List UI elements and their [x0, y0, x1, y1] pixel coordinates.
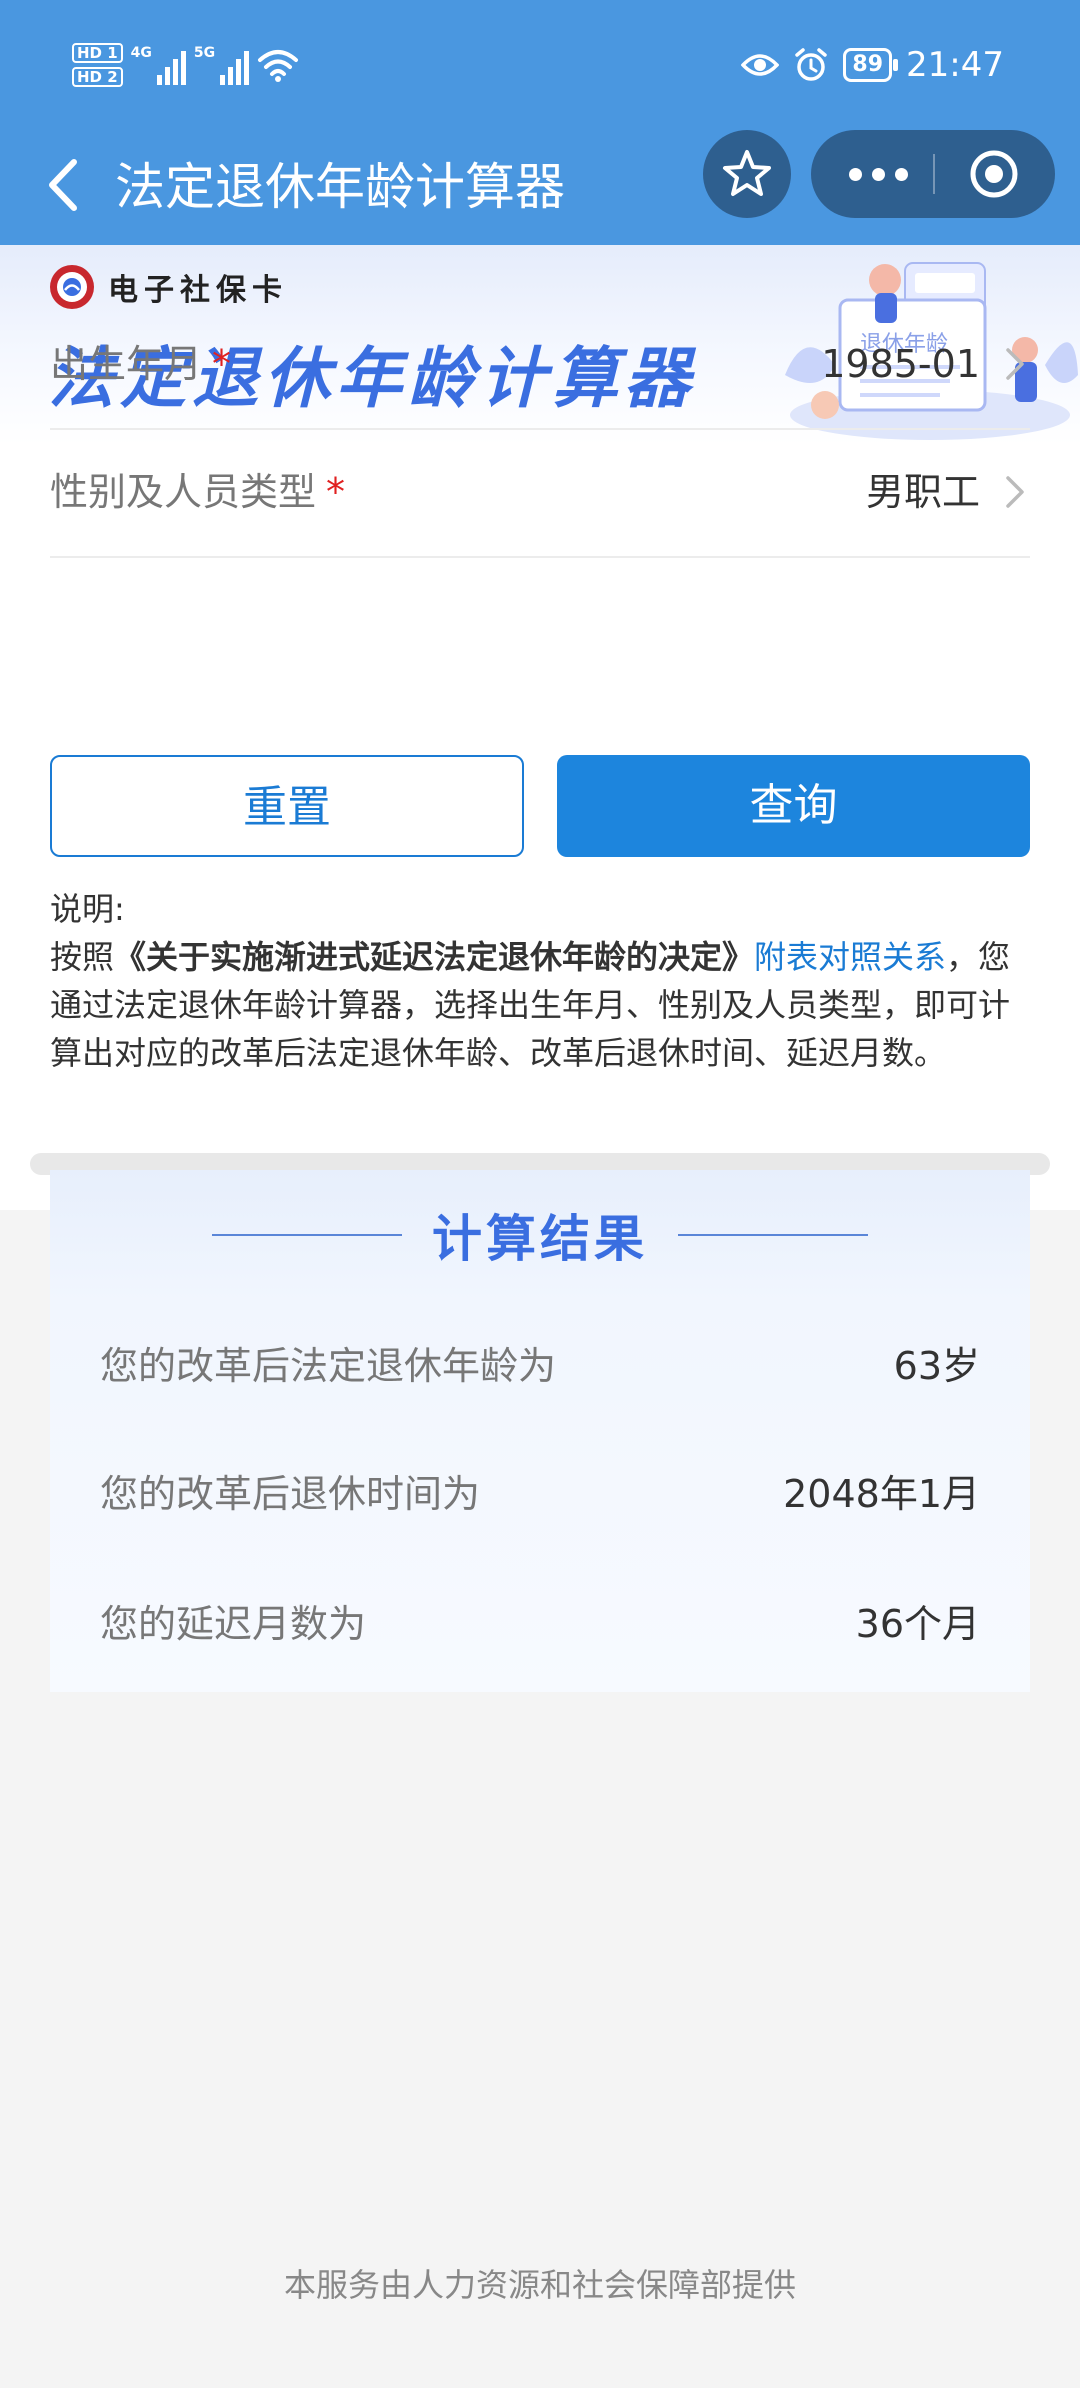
nav-bar: 法定退休年龄计算器	[0, 130, 1080, 245]
status-right: 89 21:47	[741, 32, 1004, 98]
gender-type-row[interactable]: 性别及人员类型 * 男职工	[50, 428, 1030, 558]
status-bar: HD 1 HD 2 4G 5G 89 21:47	[0, 0, 1080, 130]
birth-date-label: 出生年月 *	[50, 342, 232, 386]
wifi-icon	[258, 50, 299, 82]
top-bar: HD 1 HD 2 4G 5G 89 21:47 法定退休年龄计算器	[0, 0, 1080, 245]
hd-indicators: HD 1 HD 2	[72, 43, 123, 87]
back-arrow-icon[interactable]	[32, 150, 102, 220]
chevron-right-icon	[1006, 348, 1024, 380]
result-row-age: 您的改革后法定退休年龄为 63岁	[100, 1302, 980, 1430]
nav-title: 法定退休年龄计算器	[115, 158, 565, 216]
star-icon	[723, 150, 771, 196]
result-row-delay: 您的延迟月数为 36个月	[100, 1560, 980, 1688]
required-mark: *	[212, 342, 232, 386]
chevron-right-icon	[1006, 476, 1024, 508]
result-label: 您的延迟月数为	[100, 1602, 367, 1646]
result-row-time: 您的改革后退休时间为 2048年1月	[100, 1430, 980, 1558]
footer-text: 本服务由人力资源和社会保障部提供	[283, 2266, 796, 2304]
status-left: HD 1 HD 2 4G 5G	[72, 32, 299, 98]
notes-heading: 说明:	[50, 890, 125, 928]
hd1-icon: HD 1	[72, 43, 123, 63]
result-card: 计算结果 您的改革后法定退休年龄为 63岁 您的改革后退休时间为 2048年1月…	[50, 1170, 1030, 1692]
main-panel: 电子社保卡 法定退休年龄计算器 退休年龄 出生年月 * 1985-01 性别及人…	[0, 245, 1080, 1210]
result-value: 36个月	[855, 1602, 980, 1646]
more-icon[interactable]	[849, 130, 908, 218]
required-mark: *	[326, 470, 346, 514]
alarm-icon	[795, 48, 828, 81]
signal-5g-icon: 5G	[193, 45, 250, 85]
notes-body: 按照《关于实施渐进式延迟法定退休年龄的决定》附表对照关系，您通过法定退休年龄计算…	[50, 938, 1011, 1072]
result-value: 63岁	[893, 1344, 980, 1388]
gender-type-label: 性别及人员类型 *	[50, 470, 346, 514]
status-time: 21:47	[906, 45, 1004, 85]
birth-date-value: 1985-01	[821, 342, 980, 386]
notes-document: 《关于实施渐进式延迟法定退休年龄的决定》	[114, 938, 755, 976]
result-value: 2048年1月	[783, 1472, 980, 1516]
battery-icon: 89	[843, 48, 898, 82]
close-miniapp-icon[interactable]	[968, 148, 1020, 200]
miniapp-capsule	[811, 130, 1055, 218]
result-label: 您的改革后退休时间为	[100, 1472, 481, 1516]
birth-date-row[interactable]: 出生年月 * 1985-01	[50, 300, 1030, 430]
appendix-link[interactable]: 附表对照关系	[754, 938, 946, 976]
hd2-icon: HD 2	[72, 67, 123, 87]
net-type-1: 4G	[130, 45, 152, 61]
eye-icon	[741, 54, 780, 76]
signal-4g-icon: 4G	[131, 45, 186, 85]
capsule-divider	[933, 154, 935, 194]
notes: 说明: 按照《关于实施渐进式延迟法定退休年龄的决定》附表对照关系，您通过法定退休…	[50, 885, 1035, 1077]
divider-line	[678, 1234, 868, 1236]
gender-type-value: 男职工	[865, 470, 980, 514]
result-header: 计算结果	[50, 1170, 1030, 1300]
net-type-2: 5G	[193, 45, 216, 61]
favorite-button[interactable]	[703, 130, 791, 218]
query-button[interactable]: 查询	[557, 755, 1030, 857]
result-label: 您的改革后法定退休年龄为	[100, 1344, 557, 1388]
divider-line	[212, 1234, 402, 1236]
reset-button[interactable]: 重置	[50, 755, 524, 857]
result-title: 计算结果	[432, 1210, 648, 1268]
